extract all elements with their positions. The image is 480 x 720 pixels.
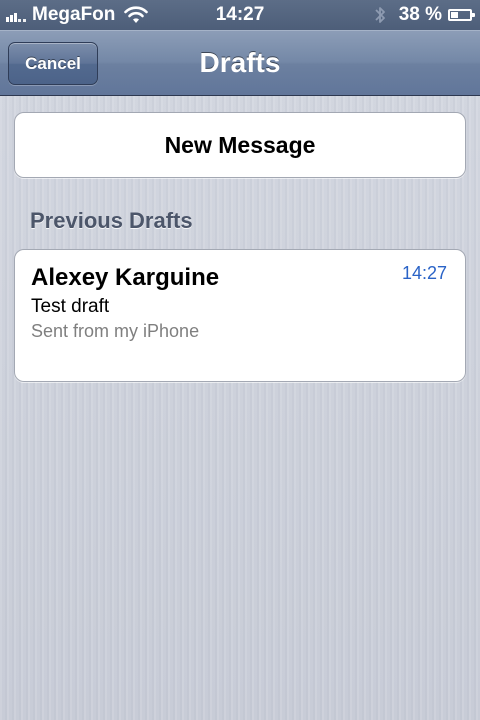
navigation-bar: Cancel Drafts xyxy=(0,30,480,96)
draft-subject: Test draft xyxy=(31,296,110,317)
battery-percent: 38 % xyxy=(398,4,442,25)
bluetooth-icon xyxy=(375,7,385,23)
signal-icon xyxy=(6,8,28,22)
battery-level xyxy=(451,12,458,18)
status-right: 38 % xyxy=(373,3,475,27)
battery-icon xyxy=(448,9,475,21)
draft-sender: Alexey Karguine xyxy=(31,264,220,291)
draft-time: 14:27 xyxy=(401,263,447,283)
draft-preview: Sent from my iPhone xyxy=(31,321,200,341)
wifi-icon xyxy=(124,6,149,23)
page-title: Drafts xyxy=(199,47,281,78)
carrier-name: MegaFon xyxy=(32,4,116,25)
section-header: Previous Drafts xyxy=(30,208,193,233)
status-left: MegaFon xyxy=(6,3,149,27)
draft-item[interactable]: Alexey Karguine 14:27 Test draft Sent fr… xyxy=(14,249,466,382)
new-message-button[interactable]: New Message xyxy=(14,112,466,178)
status-bar: MegaFon 14:27 38 % xyxy=(0,0,480,30)
